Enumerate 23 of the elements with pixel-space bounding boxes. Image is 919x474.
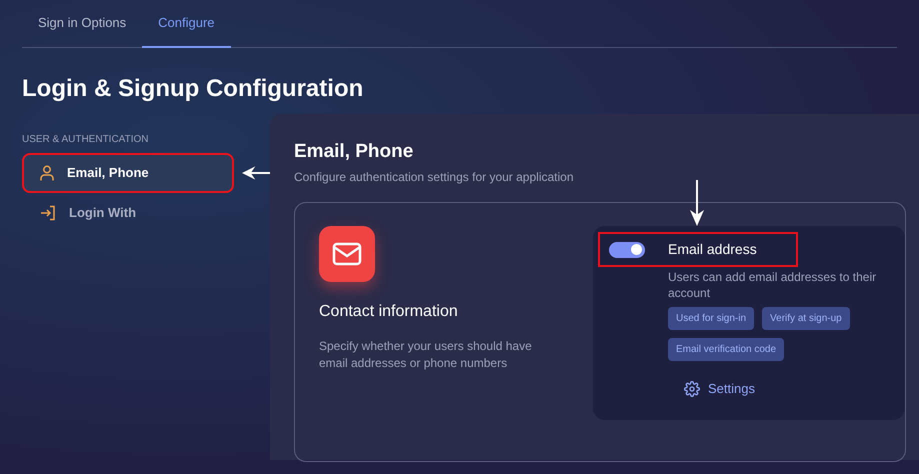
pointer-arrow-icon: [242, 166, 270, 180]
sidebar-item[interactable]: Login With: [22, 193, 244, 233]
sidebar-item[interactable]: Email, Phone: [22, 153, 234, 193]
tab[interactable]: Sign in Options: [22, 0, 142, 48]
settings-button[interactable]: Settings: [684, 379, 755, 398]
page-title: Login & Signup Configuration: [22, 74, 364, 104]
contact-description: Specify whether your users should have email addresses or phone numbers: [319, 338, 533, 372]
person-icon: [40, 165, 54, 181]
option-description: Users can add email addresses to their account: [668, 269, 878, 301]
mail-icon: [319, 226, 375, 282]
pointer-arrow-icon: [690, 180, 704, 226]
toggle-switch[interactable]: [609, 242, 645, 258]
panel-title: Email, Phone: [294, 140, 414, 164]
option-label: Email address: [668, 240, 757, 259]
panel-subtitle: Configure authentication settings for your application: [294, 169, 575, 186]
settings-icon: [684, 380, 700, 397]
tag: Email verification code: [668, 338, 784, 361]
tag: Verify at sign-up: [762, 307, 850, 330]
section-label: USER & AUTHENTICATION: [22, 133, 150, 147]
contact-title: Contact information: [319, 302, 459, 322]
tag: Used for sign-in: [668, 307, 754, 330]
login-icon: [40, 205, 56, 221]
tab[interactable]: Configure: [142, 0, 231, 48]
